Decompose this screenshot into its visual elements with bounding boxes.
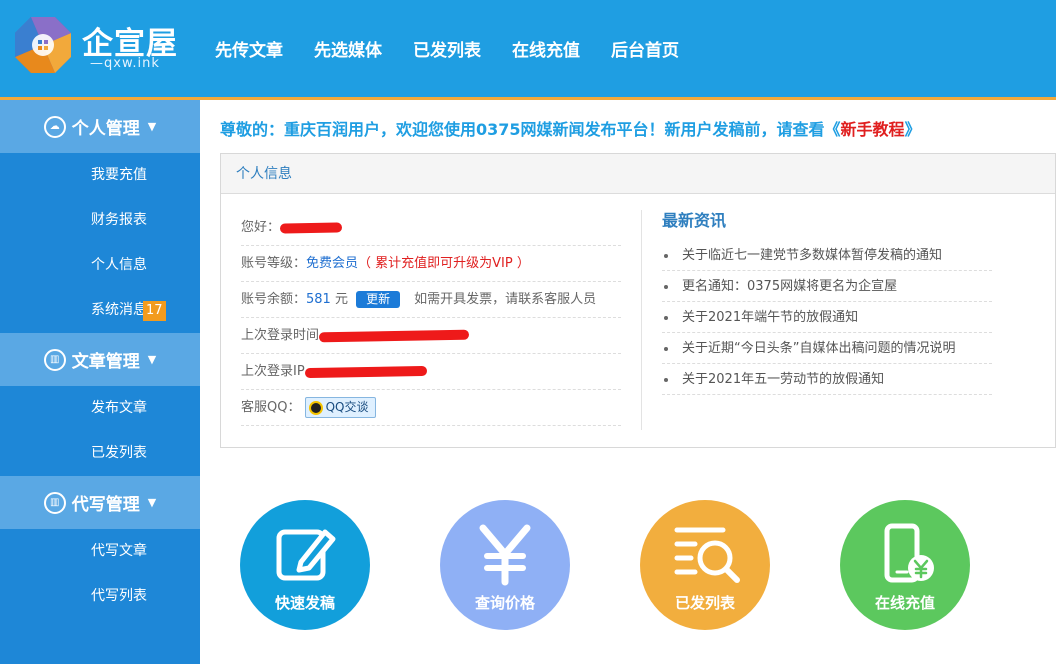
yen-icon	[479, 524, 531, 586]
latest-news: 最新资讯 关于临近七一建党节多数媒体暂停发稿的通知 更名通知：0375网媒将更名…	[662, 210, 992, 395]
news-item[interactable]: 更名通知：0375网媒将更名为企宣屋	[662, 271, 992, 302]
level-value: 免费会员	[306, 256, 359, 271]
book-icon: ▥	[43, 491, 66, 514]
book-icon: ▥	[43, 348, 66, 371]
last-login-time-label: 上次登录时间	[241, 328, 320, 343]
balance-label: 账号余额：	[241, 292, 307, 307]
last-login-ip-label: 上次登录IP	[241, 364, 305, 379]
sidebar: ☁ 个人管理 ▼ 我要充值 财务报表 个人信息 系统消息 17 ▥ 文章管理 ▼…	[0, 100, 200, 664]
level-upgrade-hint: （ 累计充值即可升级为VIP ）	[358, 256, 530, 271]
sidebar-item-ghostwrite-article[interactable]: 代写文章	[0, 529, 200, 574]
service-qq-row: 客服QQ： QQ交谈	[241, 390, 621, 426]
top-header: 企宣屋 —qxw.ink 先传文章 先选媒体 已发列表 在线充值 后台首页	[0, 0, 1056, 100]
news-item[interactable]: 关于2021年五一劳动节的放假通知	[662, 364, 992, 395]
account-info: 您好： 账号等级：免费会员（ 累计充值即可升级为VIP ） 账号余额：581 元…	[241, 210, 621, 426]
cloud-icon: ☁	[43, 115, 66, 138]
account-level-row: 账号等级：免费会员（ 累计充值即可升级为VIP ）	[241, 246, 621, 282]
greeting-row: 您好：	[241, 210, 621, 246]
qq-chat-button[interactable]: QQ交谈	[304, 397, 376, 418]
check-price-button[interactable]: 查询价格	[440, 500, 570, 630]
phone-yen-icon	[884, 523, 934, 583]
logo-icon	[15, 17, 71, 73]
level-label: 账号等级：	[241, 256, 307, 271]
qq-penguin-icon	[308, 400, 323, 415]
top-nav: 先传文章 先选媒体 已发列表 在线充值 后台首页	[215, 36, 710, 61]
quick-submit-button[interactable]: 快速发稿	[240, 500, 370, 630]
panel-divider	[641, 210, 642, 430]
sidebar-item-finance-report[interactable]: 财务报表	[0, 198, 200, 243]
edit-icon	[276, 529, 336, 581]
shortcut-label: 快速发稿	[274, 594, 335, 612]
list-search-icon	[674, 527, 740, 583]
online-recharge-shortcut[interactable]: 在线充值	[840, 500, 970, 630]
sidebar-item-system-message[interactable]: 系统消息 17	[0, 288, 200, 333]
sidebar-item-personal-info[interactable]: 个人信息	[0, 243, 200, 288]
notice-text: 尊敬的：重庆百润用户，欢迎您使用0375网媒新闻发布平台！新用户发稿前，请查看《	[220, 120, 841, 139]
sidebar-item-ghostwrite-list[interactable]: 代写列表	[0, 574, 200, 619]
published-list-shortcut[interactable]: 已发列表	[640, 500, 770, 630]
shortcut-label: 查询价格	[474, 594, 535, 612]
update-balance-button[interactable]: 更新	[356, 291, 401, 308]
sidebar-item-recharge[interactable]: 我要充值	[0, 153, 200, 198]
redacted-username	[279, 221, 343, 234]
panel-title: 个人信息	[221, 154, 1055, 194]
news-item[interactable]: 关于2021年端午节的放假通知	[662, 302, 992, 333]
qq-button-label: QQ交谈	[325, 400, 369, 414]
welcome-notice: 尊敬的：重庆百润用户，欢迎您使用0375网媒新闻发布平台！新用户发稿前，请查看《…	[220, 116, 921, 140]
notice-suffix: 》	[904, 120, 921, 139]
logo[interactable]: 企宣屋 —qxw.ink	[14, 14, 184, 80]
sidebar-section-ghostwriting[interactable]: ▥ 代写管理 ▼	[0, 476, 200, 529]
sidebar-section-articles[interactable]: ▥ 文章管理 ▼	[0, 333, 200, 386]
balance-unit: 元	[334, 292, 348, 307]
section-title: 文章管理	[71, 352, 140, 372]
news-item[interactable]: 关于近期“今日头条”自媒体出稿问题的情况说明	[662, 333, 992, 364]
greeting-label: 您好：	[241, 220, 281, 235]
caret-down-icon: ▼	[147, 120, 157, 133]
section-title: 代写管理	[71, 495, 140, 515]
sidebar-item-published-list[interactable]: 已发列表	[0, 431, 200, 476]
news-item[interactable]: 关于临近七一建党节多数媒体暂停发稿的通知	[662, 240, 992, 271]
caret-down-icon: ▼	[147, 353, 157, 366]
beginner-tutorial-link[interactable]: 新手教程	[841, 120, 905, 139]
caret-down-icon: ▼	[147, 496, 157, 509]
redacted-login-ip	[304, 365, 427, 378]
personal-info-panel: 个人信息 您好： 账号等级：免费会员（ 累计充值即可升级为VIP ） 账号余额：…	[220, 153, 1056, 448]
service-qq-label: 客服QQ：	[241, 400, 301, 415]
balance-row: 账号余额：581 元 更新 如需开具发票，请联系客服人员	[241, 282, 621, 318]
nav-upload-article[interactable]: 先传文章	[215, 36, 283, 61]
sidebar-section-personal[interactable]: ☁ 个人管理 ▼	[0, 100, 200, 153]
sidebar-item-label: 系统消息	[91, 302, 147, 318]
invoice-hint: 如需开具发票，请联系客服人员	[414, 292, 597, 307]
nav-online-recharge[interactable]: 在线充值	[512, 36, 580, 61]
shortcut-label: 在线充值	[874, 594, 935, 612]
last-login-time-row: 上次登录时间	[241, 318, 621, 354]
sidebar-item-publish-article[interactable]: 发布文章	[0, 386, 200, 431]
logo-subtitle: —qxw.ink	[90, 56, 160, 71]
nav-admin-home[interactable]: 后台首页	[611, 36, 679, 61]
message-count-badge: 17	[143, 301, 166, 321]
nav-published-list[interactable]: 已发列表	[413, 36, 481, 61]
shortcut-label: 已发列表	[674, 594, 735, 612]
redacted-login-time	[318, 329, 470, 342]
section-title: 个人管理	[71, 119, 140, 139]
balance-value: 581	[306, 292, 331, 307]
nav-select-media[interactable]: 先选媒体	[314, 36, 382, 61]
news-title: 最新资讯	[662, 211, 727, 230]
last-login-ip-row: 上次登录IP	[241, 354, 621, 390]
